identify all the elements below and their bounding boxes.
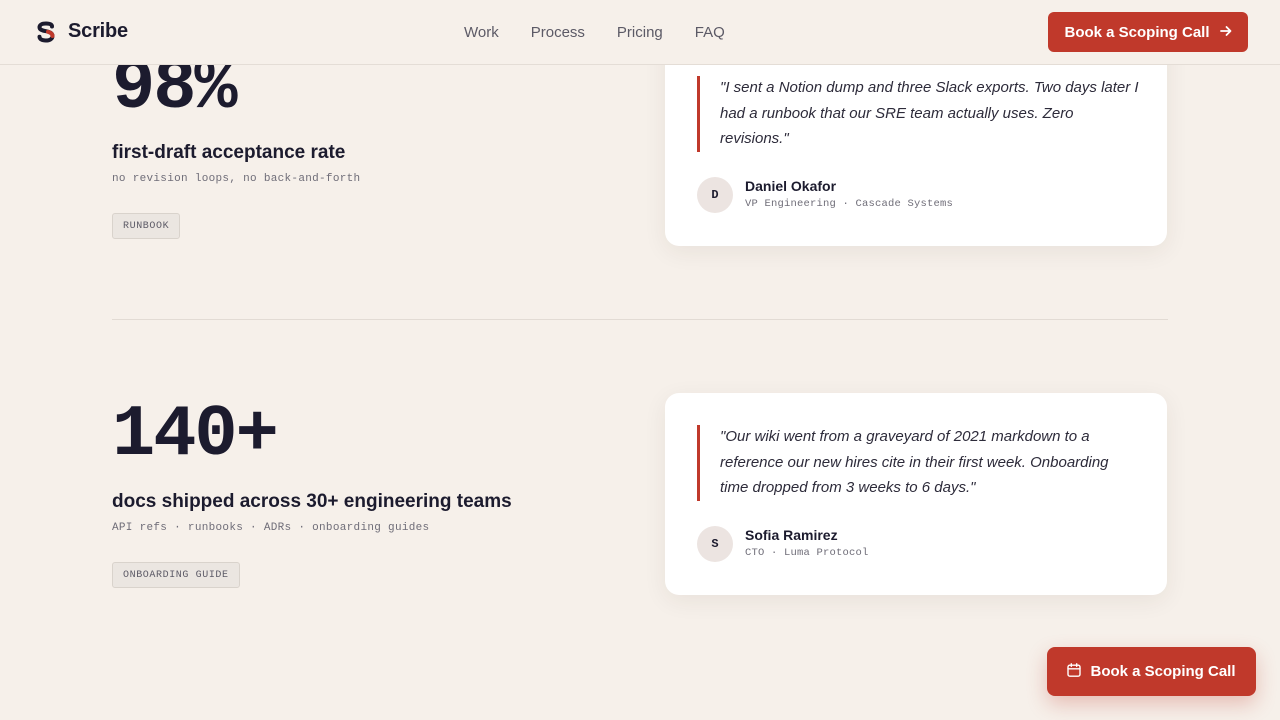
nav-links: Work Process Pricing FAQ bbox=[464, 24, 725, 41]
testimonial-card: "Our wiki went from a graveyard of 2021 … bbox=[665, 393, 1167, 595]
testimonial-quote: "Our wiki went from a graveyard of 2021 … bbox=[720, 428, 1109, 496]
nav-link-pricing[interactable]: Pricing bbox=[617, 24, 663, 41]
brand-name: Scribe bbox=[68, 20, 128, 42]
stat-label: docs shipped across 30+ engineering team… bbox=[112, 491, 512, 512]
top-navigation: Scribe Work Process Pricing FAQ Book a S… bbox=[0, 0, 1280, 65]
nav-link-work[interactable]: Work bbox=[464, 24, 499, 41]
stat-section-2: 140+ docs shipped across 30+ engineering… bbox=[0, 0, 1280, 720]
stat-number: 140+ bbox=[112, 394, 279, 476]
nav-link-faq[interactable]: FAQ bbox=[695, 24, 725, 41]
stat-subtext: API refs · runbooks · ADRs · onboarding … bbox=[112, 522, 430, 534]
testimonial-role: CTO · Luma Protocol bbox=[745, 547, 869, 559]
scribe-logo-icon bbox=[36, 20, 56, 43]
arrow-right-icon bbox=[1219, 24, 1232, 41]
quote-accent-bar bbox=[697, 425, 700, 501]
doc-type-tag: ONBOARDING GUIDE bbox=[112, 562, 240, 588]
floating-cta-label: Book a Scoping Call bbox=[1090, 663, 1236, 680]
avatar: S bbox=[697, 526, 733, 562]
floating-book-call-button[interactable]: Book a Scoping Call bbox=[1047, 647, 1256, 696]
book-scoping-call-label: Book a Scoping Call bbox=[1064, 23, 1210, 41]
calendar-icon bbox=[1067, 662, 1082, 681]
brand[interactable]: Scribe bbox=[36, 20, 128, 43]
book-scoping-call-button[interactable]: Book a Scoping Call bbox=[1048, 12, 1248, 52]
nav-link-process[interactable]: Process bbox=[531, 24, 585, 41]
testimonial-name: Sofia Ramirez bbox=[745, 527, 838, 543]
